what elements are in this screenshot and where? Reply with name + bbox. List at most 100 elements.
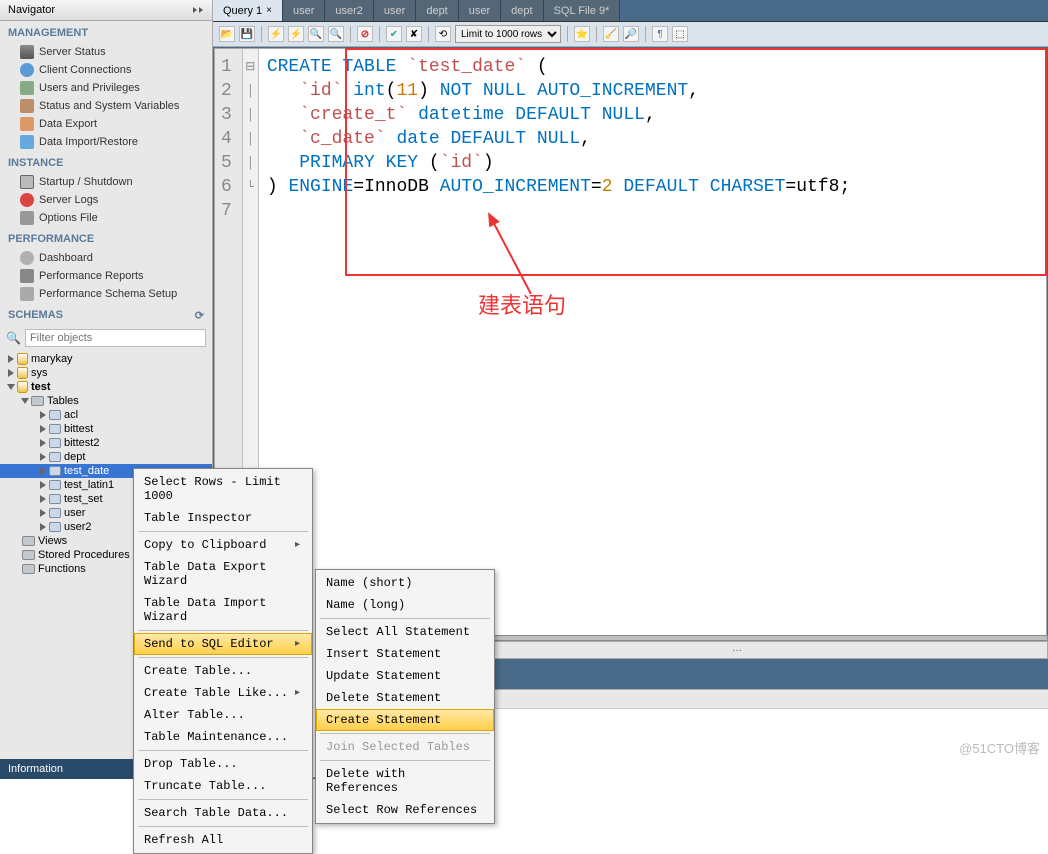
nav-performance-schema[interactable]: Performance Schema Setup	[0, 285, 212, 303]
db-marykay[interactable]: marykay	[0, 352, 212, 366]
navigator-header: Navigator	[0, 0, 212, 21]
ctx-truncate-table[interactable]: Truncate Table...	[134, 775, 312, 797]
table-icon	[49, 466, 61, 476]
ctx-alter-table[interactable]: Alter Table...	[134, 704, 312, 726]
folder-icon	[22, 564, 35, 574]
scroll-bar[interactable]: ···	[426, 641, 1048, 659]
ctx-search-table-data[interactable]: Search Table Data...	[134, 802, 312, 824]
tab-query1[interactable]: Query 1×	[213, 0, 283, 21]
table-acl[interactable]: acl	[0, 408, 212, 422]
table-bittest[interactable]: bittest	[0, 422, 212, 436]
tab-user-5[interactable]: user	[459, 0, 501, 21]
toolbar: 📂 💾 ⚡ ⚡ 🔍 🔍 ⊘ ✔ ✘ ⟲ Limit to 1000 rows ⭐…	[213, 22, 1048, 47]
tab-user-3[interactable]: user	[374, 0, 416, 21]
ctx-delete-refs[interactable]: Delete with References	[316, 763, 494, 799]
table-dept[interactable]: dept	[0, 450, 212, 464]
folder-tables[interactable]: Tables	[0, 394, 212, 408]
tab-sql-file-9[interactable]: SQL File 9*	[544, 0, 621, 21]
nav-startup-shutdown[interactable]: Startup / Shutdown	[0, 173, 212, 191]
ctx-table-inspector[interactable]: Table Inspector	[134, 507, 312, 529]
ctx-join-selected: Join Selected Tables	[316, 736, 494, 758]
tab-user[interactable]: user	[283, 0, 325, 21]
save-button[interactable]: 💾	[239, 26, 255, 42]
section-performance: PERFORMANCE	[0, 227, 212, 249]
rollback-button[interactable]: ✘	[406, 26, 422, 42]
pin-button[interactable]: ¶	[652, 26, 668, 42]
table-bittest2[interactable]: bittest2	[0, 436, 212, 450]
status-bar	[426, 659, 1048, 689]
database-icon	[17, 381, 28, 393]
db-test[interactable]: test	[0, 380, 212, 394]
ctx-insert-stmt[interactable]: Insert Statement	[316, 643, 494, 665]
limit-select[interactable]: Limit to 1000 rows	[455, 25, 561, 43]
db-sys[interactable]: sys	[0, 366, 212, 380]
ctx-select-all-stmt[interactable]: Select All Statement	[316, 621, 494, 643]
nav-performance-reports[interactable]: Performance Reports	[0, 267, 212, 285]
message-header: Message	[426, 690, 1048, 709]
ctx-create-table-like[interactable]: Create Table Like...	[134, 682, 312, 704]
nav-users-privileges[interactable]: Users and Privileges	[0, 79, 212, 97]
logs-icon	[20, 193, 34, 207]
explain-current-button[interactable]: 🔍	[328, 26, 344, 42]
ctx-refresh-all[interactable]: Refresh All	[134, 829, 312, 851]
close-icon[interactable]: ×	[266, 5, 272, 16]
ctx-copy-clipboard[interactable]: Copy to Clipboard	[134, 534, 312, 556]
execute-button[interactable]: ⚡	[268, 26, 284, 42]
collapse-icon[interactable]	[192, 4, 204, 16]
import-icon	[20, 135, 34, 149]
nav-options-file[interactable]: Options File	[0, 209, 212, 227]
nav-dashboard[interactable]: Dashboard	[0, 249, 212, 267]
ctx-table-maintenance[interactable]: Table Maintenance...	[134, 726, 312, 748]
autocommit-button[interactable]: ⟲	[435, 26, 451, 42]
database-icon	[17, 367, 28, 379]
tab-dept-6[interactable]: dept	[501, 0, 543, 21]
table-icon	[49, 452, 61, 462]
nav-data-export[interactable]: Data Export	[0, 115, 212, 133]
ctx-name-long[interactable]: Name (long)	[316, 594, 494, 616]
nav-status-variables[interactable]: Status and System Variables	[0, 97, 212, 115]
nav-server-logs[interactable]: Server Logs	[0, 191, 212, 209]
client-icon	[20, 63, 34, 77]
explain-button[interactable]: 🔍	[308, 26, 324, 42]
context-menu-table: Select Rows - Limit 1000 Table Inspector…	[133, 468, 313, 854]
ctx-update-stmt[interactable]: Update Statement	[316, 665, 494, 687]
ctx-drop-table[interactable]: Drop Table...	[134, 753, 312, 775]
table-icon	[49, 480, 61, 490]
table-icon	[49, 438, 61, 448]
execute-current-button[interactable]: ⚡	[288, 26, 304, 42]
database-icon	[17, 353, 28, 365]
filter-input[interactable]	[25, 329, 206, 347]
ctx-name-short[interactable]: Name (short)	[316, 572, 494, 594]
ctx-delete-stmt[interactable]: Delete Statement	[316, 687, 494, 709]
folder-icon	[22, 536, 35, 546]
ctx-send-sql-editor[interactable]: Send to SQL Editor	[134, 633, 312, 655]
toggle-button[interactable]: 🧹	[603, 26, 619, 42]
section-management: MANAGEMENT	[0, 21, 212, 43]
table-icon	[49, 508, 61, 518]
nav-client-connections[interactable]: Client Connections	[0, 61, 212, 79]
ctx-select-row-refs[interactable]: Select Row References	[316, 799, 494, 821]
folder-icon	[31, 396, 44, 406]
beautify-button[interactable]: ⭐	[574, 26, 590, 42]
stop-button[interactable]: ⊘	[357, 26, 373, 42]
ctx-table-data-import[interactable]: Table Data Import Wizard	[134, 592, 312, 628]
nav-data-import[interactable]: Data Import/Restore	[0, 133, 212, 151]
tab-bar: Query 1× user user2 user dept user dept …	[213, 0, 1048, 22]
open-button[interactable]: 📂	[219, 26, 235, 42]
context-submenu-send-sql: Name (short) Name (long) Select All Stat…	[315, 569, 495, 824]
table-icon	[49, 494, 61, 504]
nav-server-status[interactable]: Server Status	[0, 43, 212, 61]
schema-refresh-icon[interactable]: ⟳	[195, 309, 204, 322]
ctx-create-stmt[interactable]: Create Statement	[316, 709, 494, 731]
message-area: Message	[426, 689, 1048, 779]
ctx-table-data-export[interactable]: Table Data Export Wizard	[134, 556, 312, 592]
tab-user2[interactable]: user2	[325, 0, 374, 21]
ctx-select-rows[interactable]: Select Rows - Limit 1000	[134, 471, 312, 507]
ctx-create-table[interactable]: Create Table...	[134, 660, 312, 682]
table-icon	[49, 424, 61, 434]
users-icon	[20, 81, 34, 95]
find-button[interactable]: 🔎	[623, 26, 639, 42]
tab-dept[interactable]: dept	[416, 0, 458, 21]
commit-button[interactable]: ✔	[386, 26, 402, 42]
wrap-button[interactable]: ⬚	[672, 26, 688, 42]
